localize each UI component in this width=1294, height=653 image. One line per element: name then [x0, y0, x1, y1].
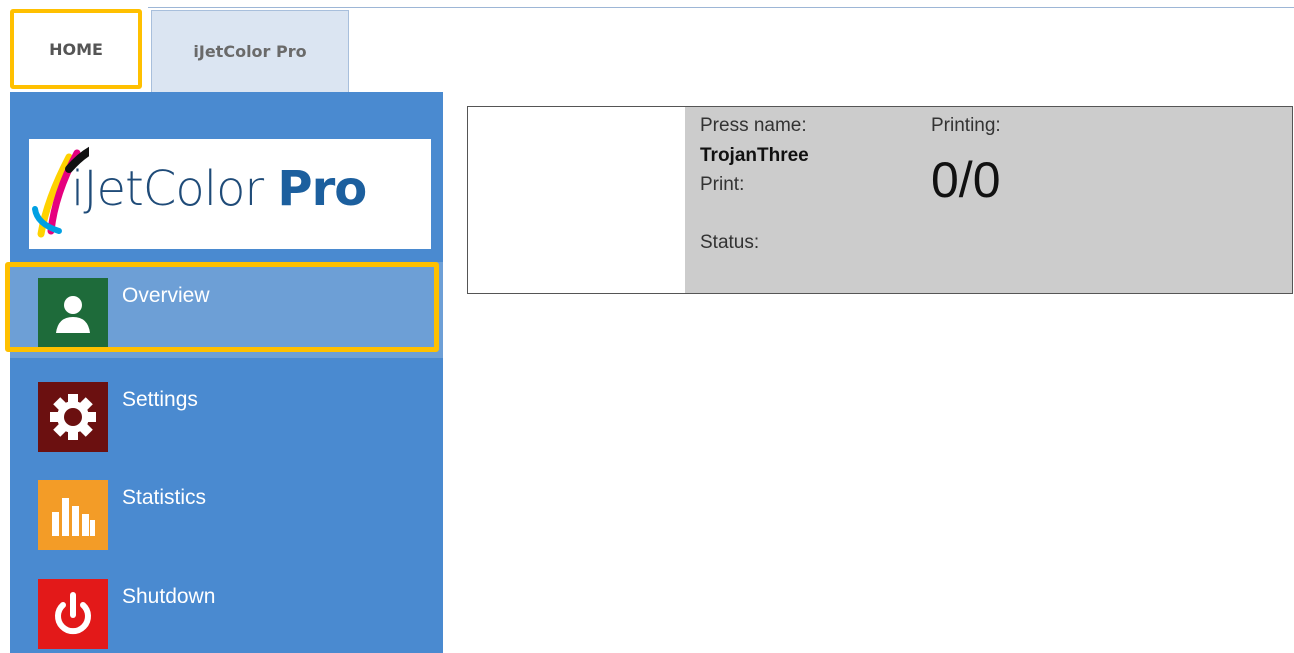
press-info-area: Press name: TrojanThree Print: Status: P…	[685, 107, 1292, 293]
tab-ijetcolor-pro-label: iJetColor Pro	[193, 42, 307, 61]
user-icon	[38, 278, 108, 348]
tab-home[interactable]: HOME	[10, 9, 142, 89]
power-icon	[38, 579, 108, 649]
printing-label: Printing:	[931, 115, 1001, 136]
sidebar-item-statistics[interactable]: Statistics	[10, 464, 443, 552]
tab-home-label: HOME	[49, 39, 103, 59]
press-panel: Press name: TrojanThree Print: Status: P…	[467, 106, 1293, 294]
sidebar-item-label: Statistics	[122, 486, 207, 509]
bar-chart-icon	[38, 480, 108, 550]
sidebar-item-label: Shutdown	[122, 585, 216, 608]
logo-text: iJetColor	[71, 161, 278, 217]
printing-count: 0/0	[931, 152, 1001, 208]
top-divider	[148, 7, 1294, 8]
logo-text-pro: Pro	[277, 161, 367, 217]
gear-icon	[38, 382, 108, 452]
sidebar-item-settings[interactable]: Settings	[10, 366, 443, 454]
status-label: Status:	[700, 232, 760, 253]
ijetcolor-pro-logo: iJetColor Pro	[29, 139, 431, 249]
sidebar-item-label: Settings	[122, 388, 198, 411]
press-name-label: Press name:	[700, 115, 807, 136]
sidebar-item-overview[interactable]: Overview	[10, 262, 443, 358]
sidebar: iJetColor Pro Overview Settings Statisti…	[10, 92, 443, 653]
tab-ijetcolor-pro[interactable]: iJetColor Pro	[151, 10, 349, 92]
press-name-value: TrojanThree	[700, 145, 809, 166]
sidebar-item-label: Overview	[122, 284, 210, 307]
print-label: Print:	[700, 174, 745, 195]
sidebar-item-shutdown[interactable]: Shutdown	[10, 563, 443, 651]
